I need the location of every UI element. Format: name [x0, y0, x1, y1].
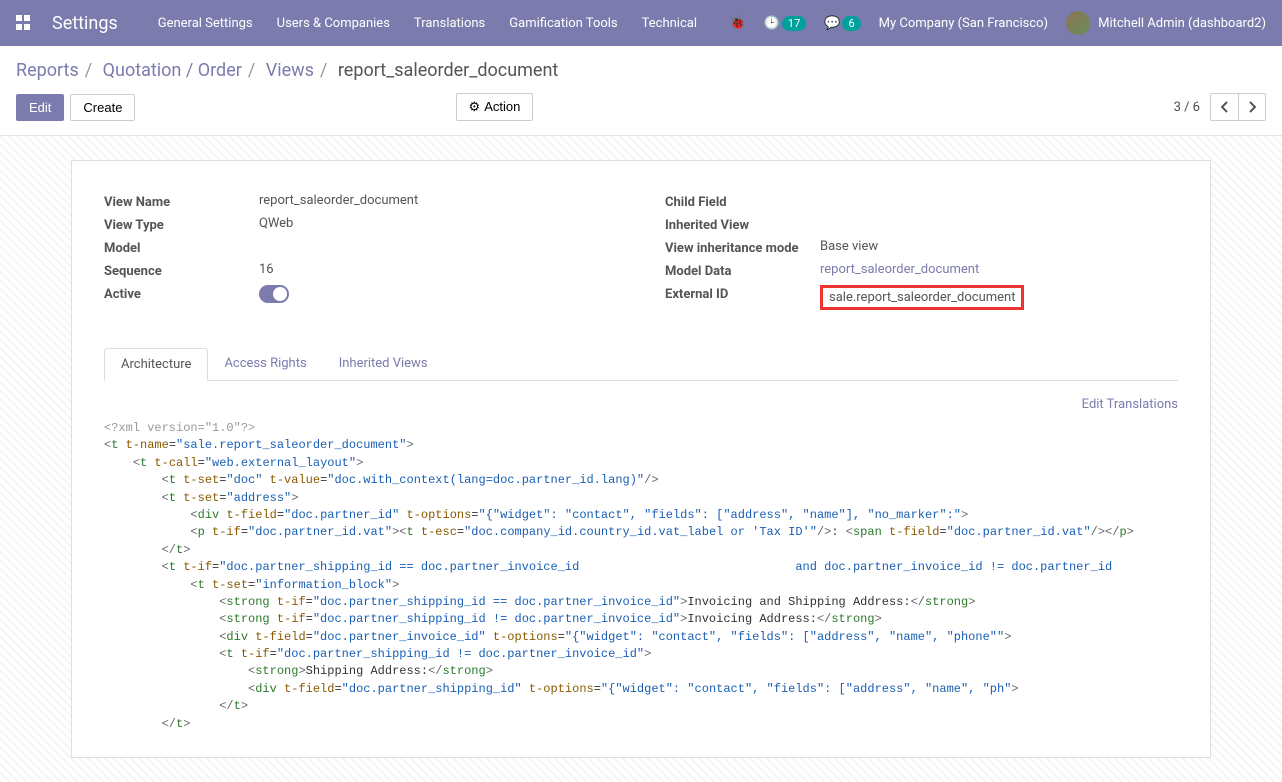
form-background: View Namereport_saleorder_document View …	[0, 136, 1282, 782]
nav-menu: General Settings Users & Companies Trans…	[158, 16, 730, 31]
pager-prev[interactable]	[1210, 93, 1238, 121]
value-model-data[interactable]: report_saleorder_document	[820, 262, 1178, 277]
brand-title[interactable]: Settings	[52, 13, 118, 34]
label-inherited-view: Inherited View	[665, 216, 820, 233]
value-inheritance-mode: Base view	[820, 239, 1178, 254]
form-sheet: View Namereport_saleorder_document View …	[71, 160, 1211, 758]
nav-users-companies[interactable]: Users & Companies	[277, 16, 390, 31]
nav-translations[interactable]: Translations	[414, 16, 485, 31]
active-toggle[interactable]	[259, 285, 289, 303]
crumb-quotation-order[interactable]: Quotation / Order	[103, 60, 242, 81]
apps-icon[interactable]	[16, 15, 32, 31]
gear-icon: ⚙	[469, 99, 481, 115]
label-active: Active	[104, 285, 259, 302]
top-navbar: Settings General Settings Users & Compan…	[0, 0, 1282, 46]
label-view-name: View Name	[104, 193, 259, 210]
pager: 3 / 6	[1174, 93, 1266, 121]
company-switcher[interactable]: My Company (San Francisco)	[879, 16, 1048, 31]
topbar-right: 🐞 🕒17 💬6 My Company (San Francisco) Mitc…	[730, 11, 1266, 35]
value-view-type: QWeb	[259, 216, 617, 231]
nav-technical[interactable]: Technical	[642, 16, 697, 31]
control-panel: Edit Create ⚙Action 3 / 6	[0, 87, 1282, 136]
architecture-code: <?xml version="1.0"?> <t t-name="sale.re…	[104, 420, 1178, 733]
label-model: Model	[104, 239, 259, 256]
nav-general-settings[interactable]: General Settings	[158, 16, 253, 31]
pager-text[interactable]: 3 / 6	[1174, 100, 1200, 115]
label-model-data: Model Data	[665, 262, 820, 279]
tab-architecture[interactable]: Architecture	[104, 348, 208, 381]
label-inheritance-mode: View inheritance mode	[665, 239, 820, 256]
messages-count: 6	[842, 16, 860, 31]
user-menu[interactable]: Mitchell Admin (dashboard2)	[1066, 11, 1266, 35]
crumb-reports[interactable]: Reports	[16, 60, 79, 81]
bug-icon[interactable]: 🐞	[730, 16, 746, 31]
value-external-id: sale.report_saleorder_document	[820, 285, 1024, 310]
tab-bar: Architecture Access Rights Inherited Vie…	[104, 348, 1178, 381]
label-child-field: Child Field	[665, 193, 820, 210]
edit-translations-link[interactable]: Edit Translations	[104, 397, 1178, 412]
messages-icon[interactable]: 💬6	[824, 16, 860, 31]
tab-inherited-views[interactable]: Inherited Views	[323, 348, 444, 380]
crumb-views[interactable]: Views	[266, 60, 314, 81]
label-external-id: External ID	[665, 285, 820, 302]
avatar	[1066, 11, 1090, 35]
pager-next[interactable]	[1238, 93, 1266, 121]
crumb-current: report_saleorder_document	[338, 60, 558, 81]
value-sequence: 16	[259, 262, 617, 277]
tab-content: Edit Translations <?xml version="1.0"?> …	[104, 381, 1178, 733]
label-view-type: View Type	[104, 216, 259, 233]
form-left-col: View Namereport_saleorder_document View …	[104, 193, 617, 316]
value-view-name: report_saleorder_document	[259, 193, 617, 208]
action-button[interactable]: ⚙Action	[456, 93, 534, 121]
create-button[interactable]: Create	[70, 94, 135, 121]
label-sequence: Sequence	[104, 262, 259, 279]
breadcrumb: Reports/ Quotation / Order/ Views/ repor…	[0, 46, 1282, 87]
tab-access-rights[interactable]: Access Rights	[208, 348, 322, 380]
user-name: Mitchell Admin (dashboard2)	[1098, 16, 1266, 31]
edit-button[interactable]: Edit	[16, 94, 64, 121]
activity-icon[interactable]: 🕒17	[764, 16, 807, 31]
activity-count: 17	[782, 16, 806, 31]
nav-gamification[interactable]: Gamification Tools	[509, 16, 617, 31]
form-right-col: Child Field Inherited View View inherita…	[665, 193, 1178, 316]
